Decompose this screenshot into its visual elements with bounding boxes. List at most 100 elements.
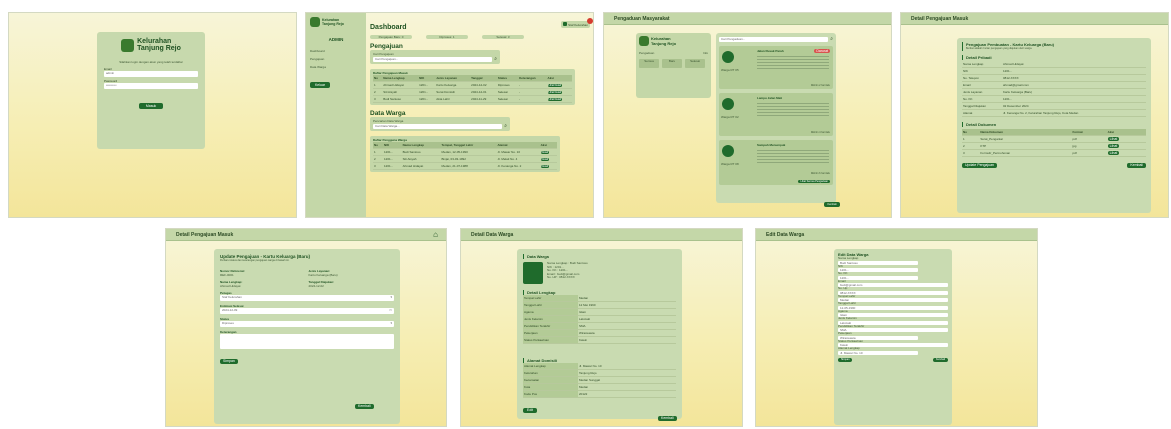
user-avatar-icon xyxy=(722,98,734,110)
detail-warga-card: Data Warga Nama Lengkap : Budi Santoso N… xyxy=(517,249,682,419)
edit-warga-card: Edit Data Warga Nama Lengkap Budi Santos… xyxy=(834,249,952,425)
calendar-icon: ▭ xyxy=(389,308,392,312)
table-row: 2 KTP jpg Lihat xyxy=(962,142,1146,150)
pengaduan-left-card: Kelurahan Tanjung Rejo Pengaduan Info Se… xyxy=(636,33,711,98)
login-welcome-text: Silahkan login dengan akun yang telah te… xyxy=(119,60,183,64)
dashboard-brand-line2: Tanjung Rejo xyxy=(322,22,344,26)
logout-button[interactable]: Keluar xyxy=(310,82,330,88)
side-menu-pengaduan[interactable]: Pengaduan xyxy=(639,51,654,55)
search-icon[interactable]: ⌕ xyxy=(494,56,497,62)
estimasi-date-input[interactable]: 2024-12-09 ▭ xyxy=(220,308,394,314)
stat-card-diproses: Diproses: 1 xyxy=(426,35,468,39)
lihat-dokumen-button[interactable]: Lihat xyxy=(1107,137,1120,141)
table-row: Kelurahan Tanjung Rejo xyxy=(523,369,676,377)
pengaduan-item[interactable]: Warga RT 02 Lampu Jalan Mati Dikirim 4 h… xyxy=(719,93,833,136)
sidebar-item-data-warga[interactable]: Data Warga xyxy=(310,65,362,69)
alamat-domisili-table: Alamat Lengkap Jl. Mawar No. 10 Kelurahan… xyxy=(523,363,676,398)
filter-baru[interactable]: Baru xyxy=(662,59,682,68)
field-label: Tanggal Lahir xyxy=(838,301,857,305)
data-warga-section-title: Data Warga xyxy=(523,254,676,259)
simpan-button[interactable]: Simpan xyxy=(838,357,853,362)
home-icon[interactable]: ⌂ xyxy=(433,229,438,240)
table-row: 3 Budi Santoso 1201... Akta Lahir 2024-11-29… xyxy=(373,95,572,103)
detail-button[interactable]: Detail xyxy=(540,151,550,154)
table-row: Pekerjaan Wiraswasta xyxy=(523,329,676,337)
kembali-button[interactable]: Kembali xyxy=(824,202,840,207)
cari-pengajuan-input[interactable]: Cari Pengajuan... xyxy=(373,56,493,62)
update-pengajuan-button[interactable]: Update Pengajuan xyxy=(962,163,997,168)
field-label: Alamat Lengkap xyxy=(838,346,860,350)
kembali-button[interactable]: Kembali xyxy=(355,404,374,409)
lihat-detail-button[interactable]: Lihat Detail xyxy=(547,91,563,94)
lihat-semua-button[interactable]: Lihat Semua Pengaduan xyxy=(798,180,830,183)
lihat-detail-button[interactable]: Lihat Detail xyxy=(547,84,563,87)
login-brand-line2: Tanjung Rejo xyxy=(137,45,181,52)
edit-button[interactable]: Edit xyxy=(523,408,538,413)
table-row: 3 1201... Ahmad Hidayat Medan, 21-07-1988 Jl… xyxy=(373,162,557,170)
password-field[interactable]: •••••••••• xyxy=(104,83,198,89)
lihat-dokumen-button[interactable]: Lihat xyxy=(1107,151,1120,155)
detail-warga-header: Detail Data Warga xyxy=(461,229,742,241)
status-badge: Darurat xyxy=(814,49,830,53)
alamat-field[interactable]: Jl. Mawar No. 10 xyxy=(838,350,918,355)
dashboard-title: Dashboard xyxy=(370,24,407,31)
user-icon xyxy=(563,21,568,26)
field-label: No. Hp xyxy=(838,286,848,290)
petugas-value: Staf Kelurahan xyxy=(222,295,242,299)
filter-selesai[interactable]: Selesai xyxy=(685,59,705,68)
table-row: Tanggal Diajukan 02 Desember 2024 xyxy=(962,102,1146,110)
login-card: Kelurahan Tanjung Rejo Silahkan login de… xyxy=(97,32,205,149)
pengaduan-item-title: Jalan Rusak Parah xyxy=(757,49,784,53)
data-warga-title: Data Warga xyxy=(370,110,406,117)
field-label: Jenis Kelamin xyxy=(838,316,857,320)
table-row: Alamat Jl. Kenanga No. 2, Kelurahan Tanju… xyxy=(962,109,1146,117)
sidebar-item-dashboard[interactable]: Dashboard xyxy=(310,49,362,53)
table-row: Status Perkawinan Kawin xyxy=(523,336,676,344)
petugas-select[interactable]: Staf Kelurahan ▾ xyxy=(220,295,394,301)
table-row: Tanggal Lahir 12 Mei 1990 xyxy=(523,301,676,309)
table-row: 3 Formulir_Permohonan pdf Lihat xyxy=(962,149,1146,157)
pengaduan-item-date: Dikirim 2 hari lalu xyxy=(810,84,830,87)
detail-button[interactable]: Detail xyxy=(540,158,550,161)
field-value: Kartu Keluarga (Baru) xyxy=(308,273,338,277)
lihat-dokumen-button[interactable]: Lihat xyxy=(1107,144,1120,148)
search-icon[interactable]: ⌕ xyxy=(830,36,833,42)
simpan-button[interactable]: Simpan xyxy=(220,359,238,364)
chevron-down-icon: ▾ xyxy=(390,295,392,299)
pengaduan-screen: Pengaduan Masyarakat Kelurahan Tanjung R… xyxy=(603,12,892,218)
dashboard-screen: Kelurahan Tanjung Rejo ADMIN Dashboard P… xyxy=(305,12,594,218)
user-badge[interactable]: Staf Kelurahan xyxy=(561,17,593,28)
detail-masuk-card: Pengajuan Pembuatan - Kartu Keluarga (Ba… xyxy=(957,38,1151,213)
update-pengajuan-screen: Detail Pengajuan Masuk ⌂ Update Pengajua… xyxy=(165,228,447,427)
kembali-button[interactable]: Kembali xyxy=(1127,163,1146,168)
kembali-button[interactable]: Kembali xyxy=(658,416,677,421)
pengaduan-item-from: Warga RT 08 xyxy=(721,162,739,166)
cari-warga-input[interactable]: Cari Data Warga... xyxy=(373,123,503,129)
sidebar-item-pengajuan[interactable]: Pengajuan xyxy=(310,57,362,61)
pengaduan-item-from: Warga RT 05 xyxy=(721,68,739,72)
status-select[interactable]: Diproses ▾ xyxy=(220,321,394,327)
pengaduan-item[interactable]: Warga RT 05 Jalan Rusak Parah Darurat Di… xyxy=(719,46,833,89)
lihat-detail-button[interactable]: Lihat Detail xyxy=(547,98,563,101)
kembali-button[interactable]: Kembali xyxy=(932,357,948,362)
pengaduan-list: Cari Pengaduan... ⌕ Warga RT 05 Jalan Ru… xyxy=(716,33,836,203)
pengaduan-search-input[interactable]: Cari Pengaduan... xyxy=(719,36,829,42)
warga-table: No NIK Nama Lengkap Tempat, Tanggal Lahir Al… xyxy=(373,142,557,170)
role-label: ADMIN xyxy=(328,37,344,42)
pengaduan-item[interactable]: Warga RT 08 Sampah Menumpuk Dikirim 6 ha… xyxy=(719,140,833,185)
pengajuan-title: Pengajuan xyxy=(370,43,403,50)
pengaduan-text-lines xyxy=(757,56,829,71)
detail-masuk-subtitle: Berikut adalah rincian pengajuan yang di… xyxy=(966,47,1033,50)
edit-warga-header: Edit Data Warga xyxy=(756,229,1037,241)
search-icon[interactable]: ⌕ xyxy=(504,123,507,129)
update-card: Update Pengajuan - Kartu Keluarga (Baru)… xyxy=(214,249,400,424)
detail-button[interactable]: Detail xyxy=(540,165,550,168)
side-menu-info[interactable]: Info xyxy=(703,51,708,55)
filter-semua[interactable]: Semua xyxy=(639,59,659,68)
email-field[interactable]: admin xyxy=(104,71,198,77)
keterangan-textarea[interactable] xyxy=(220,334,394,349)
table-row: 1 Ahmad Hidayat 1201... Kartu Keluarga 2024-… xyxy=(373,81,572,89)
screens-board: Kelurahan Tanjung Rejo Silahkan login de… xyxy=(0,0,1171,429)
login-submit-button[interactable]: Masuk xyxy=(139,103,163,109)
field-value: Ahmad Hidayat xyxy=(220,284,241,288)
